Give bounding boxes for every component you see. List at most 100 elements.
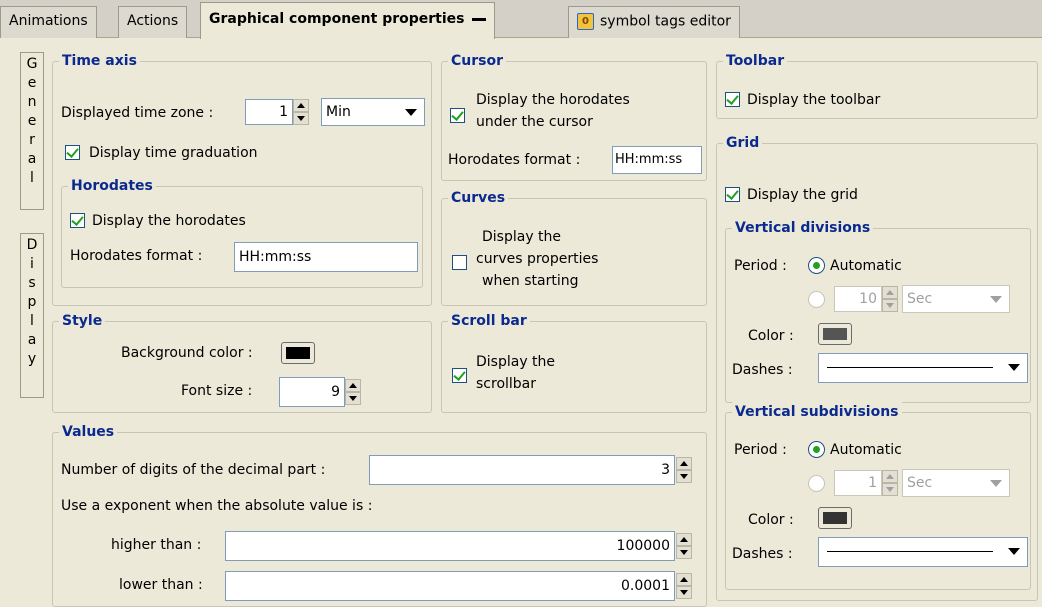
tab-bar: Animations Actions Graphical component p…: [0, 0, 1042, 39]
horodates-format-input[interactable]: HH:mm:ss: [234, 242, 418, 272]
side-tab-general-char: a: [27, 151, 37, 167]
vsub-color-button[interactable]: [818, 507, 852, 529]
cursor-horodates-label-line2: under the cursor: [476, 114, 593, 130]
background-color-button[interactable]: [281, 342, 315, 364]
stepper-up-icon[interactable]: [345, 379, 361, 392]
side-tab-display-char: D: [26, 237, 38, 253]
horodates-title: Horodates: [68, 176, 156, 196]
stepper-up-icon[interactable]: [882, 286, 898, 299]
side-tab-general-char: e: [27, 113, 37, 129]
decimal-digits-label: Number of digits of the decimal part :: [61, 462, 326, 478]
side-tab-display-char: l: [30, 313, 34, 329]
vdiv-unit-select[interactable]: Sec: [902, 285, 1010, 313]
minimize-icon[interactable]: [472, 17, 487, 21]
higher-than-stepper[interactable]: [676, 533, 692, 559]
symbol-tags-icon: 0: [577, 13, 594, 30]
lower-than-input[interactable]: 0.0001: [225, 571, 675, 601]
cursor-horodates-checkbox[interactable]: [450, 108, 465, 123]
display-grid-checkbox[interactable]: [725, 187, 740, 202]
solid-line-icon: [827, 367, 993, 368]
lower-than-stepper[interactable]: [676, 573, 692, 599]
tab-graphical-component-properties[interactable]: Graphical component properties: [200, 2, 496, 39]
chevron-down-icon: [405, 109, 417, 116]
time-zone-input[interactable]: 1: [245, 99, 293, 125]
vdiv-dashes-label: Dashes :: [732, 362, 793, 378]
font-size-stepper[interactable]: [345, 379, 361, 405]
scrollbar-title: Scroll bar: [448, 311, 530, 331]
horodates-group: Horodates Display the horodates Horodate…: [61, 176, 423, 288]
vsub-period-input[interactable]: 1: [834, 470, 882, 496]
curves-label-line2: curves properties: [476, 251, 599, 267]
time-zone-stepper[interactable]: [293, 99, 309, 125]
stepper-down-icon[interactable]: [345, 392, 361, 405]
lower-than-label: lower than :: [119, 577, 203, 593]
display-scrollbar-checkbox[interactable]: [452, 368, 467, 383]
vdiv-period-stepper[interactable]: [882, 286, 898, 312]
curves-label-line1: Display the: [482, 229, 562, 245]
decimal-digits-stepper[interactable]: [676, 457, 692, 483]
display-toolbar-checkbox[interactable]: [725, 92, 740, 107]
display-horodates-checkbox[interactable]: [70, 213, 85, 228]
tab-animations[interactable]: Animations: [0, 6, 97, 38]
chevron-down-icon: [990, 296, 1002, 303]
curves-properties-checkbox[interactable]: [452, 255, 467, 270]
time-graduation-label: Display time graduation: [89, 145, 258, 161]
cursor-group: Cursor Display the horodates under the c…: [441, 51, 707, 181]
cursor-horodates-label-line1: Display the horodates: [476, 92, 630, 108]
display-horodates-label: Display the horodates: [92, 213, 246, 229]
solid-line-icon: [827, 551, 993, 552]
tab-symbol-tags-editor[interactable]: 0 symbol tags editor: [568, 6, 740, 38]
higher-than-input[interactable]: 100000: [225, 531, 675, 561]
side-tab-general-char: e: [27, 75, 37, 91]
background-color-swatch: [286, 347, 310, 359]
tab-actions[interactable]: Actions: [118, 6, 188, 38]
stepper-up-icon[interactable]: [676, 573, 692, 586]
vsub-unit-select[interactable]: Sec: [902, 469, 1010, 497]
time-zone-unit-select[interactable]: Min: [321, 98, 425, 126]
vdiv-color-button[interactable]: [818, 323, 852, 345]
chevron-down-icon: [990, 480, 1002, 487]
vsub-automatic-radio[interactable]: [808, 441, 825, 458]
stepper-down-icon[interactable]: [676, 546, 692, 559]
vsub-period-label: Period :: [734, 442, 787, 458]
curves-title: Curves: [448, 188, 509, 208]
stepper-up-icon[interactable]: [676, 533, 692, 546]
decimal-digits-input[interactable]: 3: [369, 455, 675, 485]
side-tab-display[interactable]: Display: [20, 233, 44, 398]
font-size-input[interactable]: 9: [279, 377, 345, 407]
vertical-divisions-title: Vertical divisions: [732, 218, 874, 238]
stepper-down-icon[interactable]: [882, 299, 898, 312]
toolbar-title: Toolbar: [723, 51, 788, 71]
cursor-format-input[interactable]: HH:mm:ss: [612, 146, 702, 174]
vertical-subdivisions-title: Vertical subdivisions: [732, 402, 902, 422]
vdiv-period-input[interactable]: 10: [834, 286, 882, 312]
side-tab-general[interactable]: General: [20, 52, 44, 210]
scrollbar-label-line2: scrollbar: [476, 376, 537, 392]
tab-symbol-tags-label: symbol tags editor: [600, 13, 731, 30]
vdiv-dashes-select[interactable]: [818, 353, 1028, 383]
stepper-down-icon[interactable]: [676, 586, 692, 599]
stepper-down-icon[interactable]: [293, 112, 309, 125]
curves-group: Curves Display the curves properties whe…: [441, 188, 707, 306]
time-graduation-checkbox[interactable]: [65, 145, 80, 160]
vsub-manual-radio[interactable]: [808, 475, 825, 492]
background-color-label: Background color :: [121, 345, 253, 361]
stepper-up-icon[interactable]: [882, 470, 898, 483]
vsub-period-stepper[interactable]: [882, 470, 898, 496]
side-tab-display-char: p: [27, 294, 37, 310]
vertical-divisions-group: Vertical divisions Period : Automatic 10…: [725, 218, 1031, 403]
values-title: Values: [59, 422, 118, 442]
exponent-label: Use a exponent when the absolute value i…: [61, 498, 373, 514]
vsub-dashes-select[interactable]: [818, 537, 1028, 567]
stepper-up-icon[interactable]: [676, 457, 692, 470]
vdiv-manual-radio[interactable]: [808, 291, 825, 308]
time-axis-group: Time axis Displayed time zone : 1 Min Di…: [52, 51, 432, 306]
stepper-down-icon[interactable]: [676, 470, 692, 483]
display-toolbar-label: Display the toolbar: [747, 92, 881, 108]
tab-graphical-label: Graphical component properties: [209, 11, 465, 27]
grid-group: Grid Display the grid Vertical divisions…: [716, 133, 1038, 601]
vsub-color-label: Color :: [748, 512, 794, 528]
stepper-down-icon[interactable]: [882, 483, 898, 496]
vdiv-automatic-radio[interactable]: [808, 257, 825, 274]
stepper-up-icon[interactable]: [293, 99, 309, 112]
